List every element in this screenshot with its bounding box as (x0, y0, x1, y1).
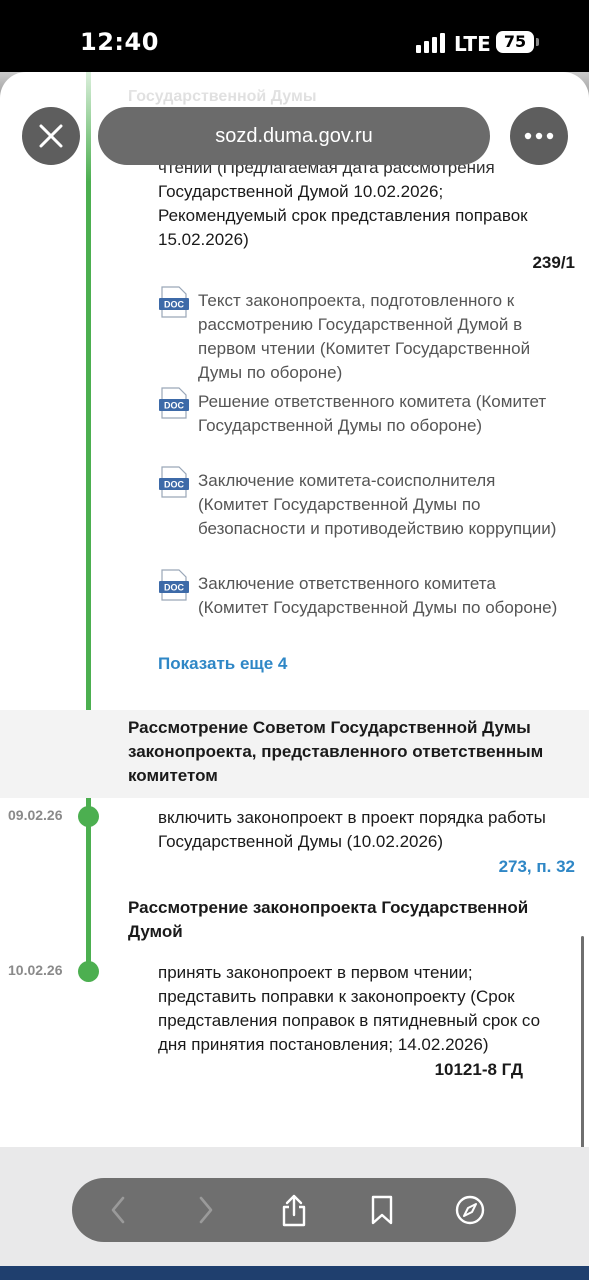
web-page: Государственной Думы чтении (Предлагаема… (0, 72, 589, 1147)
text-line: включить законопроект в проект порядка р… (158, 808, 546, 827)
title-line: Рассмотрение законопроекта Государственн… (128, 898, 529, 917)
text-line: принять законопроект в первом чтении; (158, 963, 473, 982)
event-text: принять законопроект в первом чтении; пр… (158, 961, 540, 1057)
document-link[interactable]: DOC Заключение ответственного комитета (… (158, 569, 568, 620)
svg-text:DOC: DOC (164, 583, 185, 593)
url-text: sozd.duma.gov.ru (215, 124, 373, 147)
event-date: 10.02.26 (8, 962, 63, 978)
document-label: Заключение ответственного комитета (Коми… (198, 574, 558, 617)
document-label: Решение ответственного комитета (Комитет… (198, 392, 547, 435)
text-line: Рекомендуемый срок представления поправо… (158, 206, 528, 225)
tabs-compass-button[interactable] (450, 1190, 490, 1230)
text-line: представить поправки к законопроекту (Ср… (158, 987, 515, 1006)
stage-title: Рассмотрение законопроекта Государственн… (128, 896, 528, 944)
doc-file-icon: DOC (159, 387, 189, 419)
signal-icon (416, 33, 446, 53)
bookmarks-button[interactable] (362, 1190, 402, 1230)
bookmarks-icon (371, 1195, 393, 1225)
share-icon (282, 1194, 306, 1227)
page-bottom-strip (0, 1266, 589, 1280)
more-icon (524, 132, 554, 140)
stage-header: Рассмотрение Советом Государственной Дум… (0, 710, 589, 798)
svg-text:DOC: DOC (164, 300, 185, 310)
battery-icon: 75 (496, 31, 539, 53)
close-icon (39, 124, 63, 148)
timeline-dot (78, 806, 99, 827)
section-heading-peek: Государственной Думы (128, 88, 317, 105)
event-date: 09.02.26 (8, 807, 63, 823)
forward-icon (199, 1196, 213, 1224)
title-line: законопроекта, представленного ответстве… (128, 742, 544, 761)
browser-toolbar (72, 1178, 516, 1242)
stage-title: Рассмотрение Советом Государственной Дум… (128, 716, 543, 788)
event-text: чтении (Предлагаемая дата рассмотрения Г… (158, 156, 528, 252)
title-line: Думой (128, 922, 183, 941)
forward-button[interactable] (186, 1190, 226, 1230)
document-label: Текст законопроекта, подготовленного к р… (198, 291, 531, 382)
doc-file-icon: DOC (159, 569, 189, 601)
back-button[interactable] (98, 1190, 138, 1230)
timeline-line (86, 72, 91, 972)
document-number: 239/1 (532, 253, 575, 272)
text-line: Государственной Думы (10.02.2026) (158, 832, 444, 851)
document-label: Заключение комитета-соисполнителя (Комит… (198, 471, 557, 538)
scrollbar[interactable] (581, 936, 584, 1147)
text-line: представления поправок в пятидневный сро… (158, 1011, 541, 1030)
timeline-dot (78, 961, 99, 982)
text-line: 15.02.2026) (158, 230, 249, 249)
document-link[interactable]: DOC Заключение комитета-соисполнителя (К… (158, 466, 568, 541)
address-bar[interactable]: sozd.duma.gov.ru (98, 107, 490, 165)
title-line: комитетом (128, 766, 218, 785)
back-icon (111, 1196, 125, 1224)
title-line: Рассмотрение Советом Государственной Дум… (128, 718, 531, 737)
document-number-link[interactable]: 273, п. 32 (499, 857, 575, 877)
document-number: 10121-8 ГД (434, 1060, 523, 1079)
document-link[interactable]: DOC Решение ответственного комитета (Ком… (158, 387, 568, 438)
network-type: LTE (454, 32, 491, 56)
more-button[interactable] (510, 107, 568, 165)
compass-icon (455, 1195, 485, 1225)
event-text: включить законопроект в проект порядка р… (158, 806, 546, 854)
text-line: дня принятия постановления; 14.02.2026) (158, 1035, 489, 1054)
svg-text:DOC: DOC (164, 480, 185, 490)
svg-text:DOC: DOC (164, 401, 185, 411)
show-more-link[interactable]: Показать еще 4 (158, 654, 287, 674)
doc-file-icon: DOC (159, 286, 189, 318)
share-button[interactable] (274, 1190, 314, 1230)
status-time: 12:40 (80, 28, 159, 56)
doc-file-icon: DOC (159, 466, 189, 498)
close-button[interactable] (22, 107, 80, 165)
text-line: Государственной Думой 10.02.2026; (158, 182, 444, 201)
document-link[interactable]: DOC Текст законопроекта, подготовленного… (158, 286, 568, 385)
